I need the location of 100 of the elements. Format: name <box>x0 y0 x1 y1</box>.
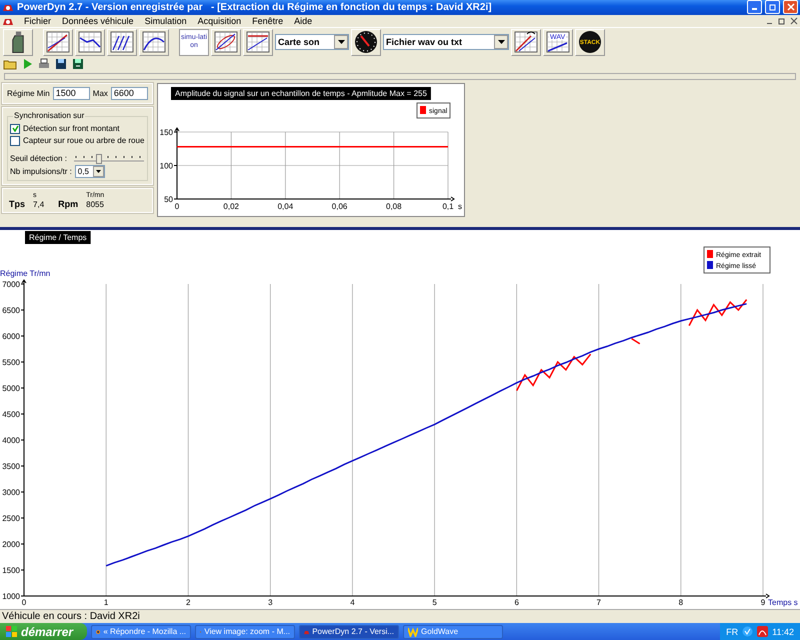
chart-icon <box>513 30 539 54</box>
tick-label: 7000 <box>2 280 20 289</box>
language-indicator[interactable]: FR <box>726 626 738 636</box>
readout-label: Tps <box>9 198 26 209</box>
toolbar-button[interactable] <box>43 28 73 56</box>
tick-label: 4500 <box>2 410 20 419</box>
tick-label: 9 <box>760 598 766 607</box>
tick-label: 2000 <box>2 540 20 549</box>
axis-label: Régime Tr/mn <box>0 269 50 278</box>
restore-icon <box>768 2 778 12</box>
file-source-dropdown[interactable]: Fichier wav ou txt <box>383 34 509 50</box>
tick-label: 3500 <box>2 462 20 471</box>
tick-label: 1500 <box>2 566 20 575</box>
minimize-button[interactable] <box>747 0 762 14</box>
window-title: PowerDyn 2.7 - Version enregistrée par - [Extraction du Régime en fonction du temps : David XR2i] <box>17 2 493 13</box>
axis-label: Temps s <box>768 598 798 607</box>
tick-label: 4 <box>350 598 355 607</box>
windows-icon <box>6 626 18 638</box>
gauge-icon <box>353 30 379 54</box>
tick-label: 0,02 <box>223 202 239 211</box>
slider-label: Seuil détection : <box>10 154 67 163</box>
tick-label: 150 <box>160 128 173 137</box>
tick-label: 6500 <box>2 306 20 315</box>
restore-button[interactable] <box>765 0 780 14</box>
chart-icon <box>245 30 271 54</box>
tick-label: 1 <box>104 598 108 607</box>
checkbox-label: Détection sur front montant <box>23 124 120 134</box>
chart-icon <box>45 30 71 54</box>
checkbox[interactable] <box>10 124 20 134</box>
field-label: Régime Min <box>7 88 50 98</box>
tick-label: 4000 <box>2 436 20 445</box>
tick-label: 2500 <box>2 514 20 523</box>
taskbar-button[interactable]: GoldWave <box>403 624 504 638</box>
chart-title: Régime / Temps <box>29 233 87 242</box>
taskbar-button[interactable]: PowerDyn 2.7 - Versi... <box>299 624 400 638</box>
close-icon <box>786 2 796 12</box>
app-icon <box>2 2 14 12</box>
field-label: Max <box>92 88 108 98</box>
tick-label: 2 <box>186 598 190 607</box>
close-button[interactable] <box>783 0 798 14</box>
toolbar-button[interactable] <box>75 28 105 56</box>
chart-title: Amplitude du signal sur un echantillon de temps - Apmlitude Max = 255 <box>171 86 431 100</box>
toolbar-button[interactable] <box>511 28 541 56</box>
tick-label: 5 <box>432 598 437 607</box>
save-icon[interactable] <box>54 57 68 72</box>
group-title: Synchronisation sur <box>13 110 86 120</box>
taskbar-button[interactable]: View image: zoom - M... <box>195 624 296 638</box>
input-field[interactable]: 6600 <box>110 86 148 100</box>
tick-label: 3 <box>268 598 273 607</box>
save-icon[interactable] <box>71 57 85 72</box>
chart-title: Amplitude du signal sur un echantillon de temps - Apmlitude Max = 255 <box>175 88 428 98</box>
toolbar-button[interactable] <box>351 28 381 56</box>
toolbar-button[interactable] <box>107 28 137 56</box>
slider-thumb[interactable] <box>96 154 102 164</box>
tick-label: 6000 <box>2 332 20 341</box>
tick-label: 5500 <box>2 358 20 367</box>
tick-label: 0,08 <box>386 202 402 211</box>
tick-label: 0 <box>174 202 180 211</box>
close-icon[interactable] <box>790 16 798 25</box>
menu-item[interactable]: Acquisition <box>196 16 242 26</box>
toolbar-button[interactable] <box>3 28 33 56</box>
readout-value: 8055 <box>86 200 104 209</box>
wave-icon <box>408 626 418 636</box>
readout-value: 7,4 <box>33 200 44 209</box>
taskbar-button[interactable]: « Répondre - Mozilla ... <box>91 624 192 638</box>
tick-label: 6 <box>514 598 519 607</box>
tick-label: 5000 <box>2 384 20 393</box>
tick-label: 0,06 <box>332 202 348 211</box>
tick-label: 1000 <box>2 592 20 601</box>
tray-icon <box>742 626 754 637</box>
dropdown-label: Nb impulsions/tr : <box>10 166 72 176</box>
caret-icon <box>96 170 101 173</box>
menu-item[interactable]: Fenêtre <box>251 16 284 26</box>
axis-label: s <box>458 202 462 211</box>
chart-icon <box>109 30 135 54</box>
menu-item[interactable]: Fichier <box>23 16 52 26</box>
sound-source-dropdown[interactable]: Carte son <box>275 34 349 50</box>
tick-label: 0,1 <box>442 202 454 211</box>
bottle-icon <box>12 31 24 54</box>
tick-label: 50 <box>164 194 173 204</box>
menu-item[interactable]: Aide <box>293 16 314 26</box>
tick-label: 100 <box>160 161 173 170</box>
tick-label: 0 <box>22 598 26 607</box>
checkbox[interactable] <box>10 136 20 146</box>
chart-icon <box>141 30 167 54</box>
menu-item[interactable]: Simulation <box>144 16 188 26</box>
tick-label: 3000 <box>2 488 20 497</box>
caret-icon <box>498 40 504 44</box>
input-field[interactable]: 1500 <box>52 86 90 100</box>
tick-label: 7 <box>596 598 601 607</box>
restore-icon[interactable] <box>778 16 786 25</box>
readout-label: Rpm <box>58 198 78 209</box>
toolbar-button[interactable] <box>139 28 169 56</box>
tray-icon <box>757 626 768 637</box>
menu-item[interactable]: Données véhicule <box>61 16 135 26</box>
tick-label: 0,04 <box>278 202 294 211</box>
slider[interactable] <box>74 154 144 162</box>
toolbar-button[interactable] <box>211 28 241 56</box>
chart-title: Régime / Temps <box>25 231 91 244</box>
pulses-dropdown[interactable]: 0,5 <box>74 164 105 178</box>
